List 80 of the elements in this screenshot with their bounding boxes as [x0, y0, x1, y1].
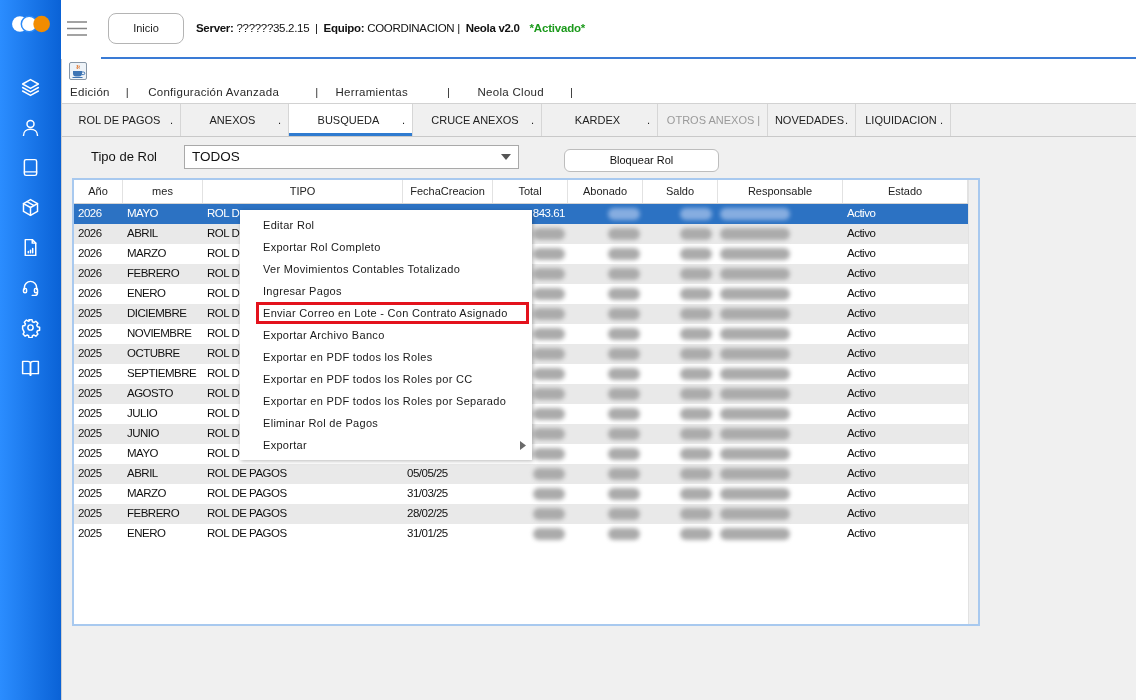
table-cell-text: OCTUBRE — [127, 346, 180, 362]
table-cell-text: Activo — [847, 426, 876, 442]
table-cell-text: ROL D — [207, 406, 240, 422]
table-cell-text: 2026 — [78, 226, 102, 242]
table-cell-text: ROL D — [207, 426, 240, 442]
table-cell-text: ROL DE PAGOS — [207, 486, 287, 502]
table-cell-text: 2025 — [78, 426, 102, 442]
table-cell-text: Activo — [847, 286, 876, 302]
table-cell-text: ROL DE PAGOS — [207, 466, 287, 482]
table-cell-text: 2026 — [78, 246, 102, 262]
table-cell-text: ENERO — [127, 286, 166, 302]
table-cell-text: ROL D — [207, 266, 240, 282]
menu-separator: | — [315, 85, 320, 101]
table-cell-text: FEBRERO — [127, 506, 180, 522]
field-label: Tipo de Rol — [91, 148, 158, 166]
table-cell-text: Activo — [847, 326, 876, 342]
table-cell-text: ROL D — [207, 366, 240, 382]
table-cell-text: 2025 — [78, 526, 102, 542]
table-cell-text: Activo — [847, 446, 876, 462]
table-cell-text: Activo — [847, 386, 876, 402]
table-cell-text: AGOSTO — [127, 386, 173, 402]
table-cell-text: 2026 — [78, 206, 102, 222]
table-cell-text: 05/05/25 — [407, 466, 448, 482]
table-cell-text: 2025 — [78, 366, 102, 382]
table-cell-text: DICIEMBRE — [127, 306, 187, 322]
table-cell-text: 31/03/25 — [407, 486, 448, 502]
table-cell-text: ROL D — [207, 326, 240, 342]
table-cell-text: 2025 — [78, 386, 102, 402]
table-cell-text: 2025 — [78, 466, 102, 482]
table-cell-text: 2026 — [78, 286, 102, 302]
table-cell-text: 2025 — [78, 506, 102, 522]
table-cell-text: 843.61 — [532, 206, 565, 222]
table-cell-text: ABRIL — [127, 226, 158, 242]
table-cell-text: MAYO — [127, 446, 158, 462]
menu-separator: | — [447, 85, 452, 101]
menu-separator: | — [125, 85, 131, 101]
table-cell-text: Activo — [847, 486, 876, 502]
table-cell-text: Activo — [847, 346, 876, 362]
table-cell-text: Activo — [847, 366, 876, 382]
table-cell-text: 2025 — [78, 446, 102, 462]
table-cell-text: 2025 — [78, 406, 102, 422]
table-cell-text: 2026 — [78, 266, 102, 282]
table-cell-text: 2025 — [78, 306, 102, 322]
table-cell-text: JULIO — [127, 406, 158, 422]
table-cell-text: ROL DE PAGOS — [207, 526, 287, 542]
table-cell-text: 28/02/25 — [407, 506, 448, 522]
table-cell-text: Activo — [847, 266, 876, 282]
table-cell-text: 31/01/25 — [407, 526, 448, 542]
menu-separator: | — [570, 85, 574, 101]
table-cell-text: JUNIO — [127, 426, 159, 442]
table-cell-text: 2025 — [78, 326, 102, 342]
table-cell-text: ROL D — [207, 446, 240, 462]
table-cell-text: NOVIEMBRE — [127, 326, 192, 342]
table-cell-text: ROL D — [207, 206, 240, 222]
table-cell-text: Activo — [847, 406, 876, 422]
table-cell-text: Activo — [847, 246, 876, 262]
table-cell-text: MARZO — [127, 486, 167, 502]
table-cell-text: ABRIL — [127, 466, 158, 482]
table-cell-text: MAYO — [127, 206, 158, 222]
table-cell-text: Activo — [847, 206, 876, 222]
table-cell-text: Activo — [847, 526, 876, 542]
table-cell-text: ROL D — [207, 286, 240, 302]
table-cell-text: FEBRERO — [127, 266, 180, 282]
table-cell-text: Activo — [847, 306, 876, 322]
table-cell-text: Activo — [847, 226, 876, 242]
activation-status: *Activado* — [529, 20, 586, 36]
table-cell-text: ENERO — [127, 526, 166, 542]
table-cell-text: SEPTIEMBRE — [127, 366, 197, 382]
table-cell-text: ROL D — [207, 346, 240, 362]
table-cell-text: 2025 — [78, 486, 102, 502]
table-cell-text: Activo — [847, 506, 876, 522]
table-cell-text: ROL D — [207, 386, 240, 402]
table-cell-text: MARZO — [127, 246, 167, 262]
table-cell-text: ROL D — [207, 246, 240, 262]
table-cell-text: ROL D — [207, 306, 240, 322]
table-cell-text: ROL D — [207, 226, 240, 242]
table-cell-text: 2025 — [78, 346, 102, 362]
table-cell-text: Activo — [847, 466, 876, 482]
server-status-text: Server: ??????35.2.15 | Equipo: COORDINACION | Neola v2.0 — [196, 20, 520, 36]
table-cell-text: ROL DE PAGOS — [207, 506, 287, 522]
